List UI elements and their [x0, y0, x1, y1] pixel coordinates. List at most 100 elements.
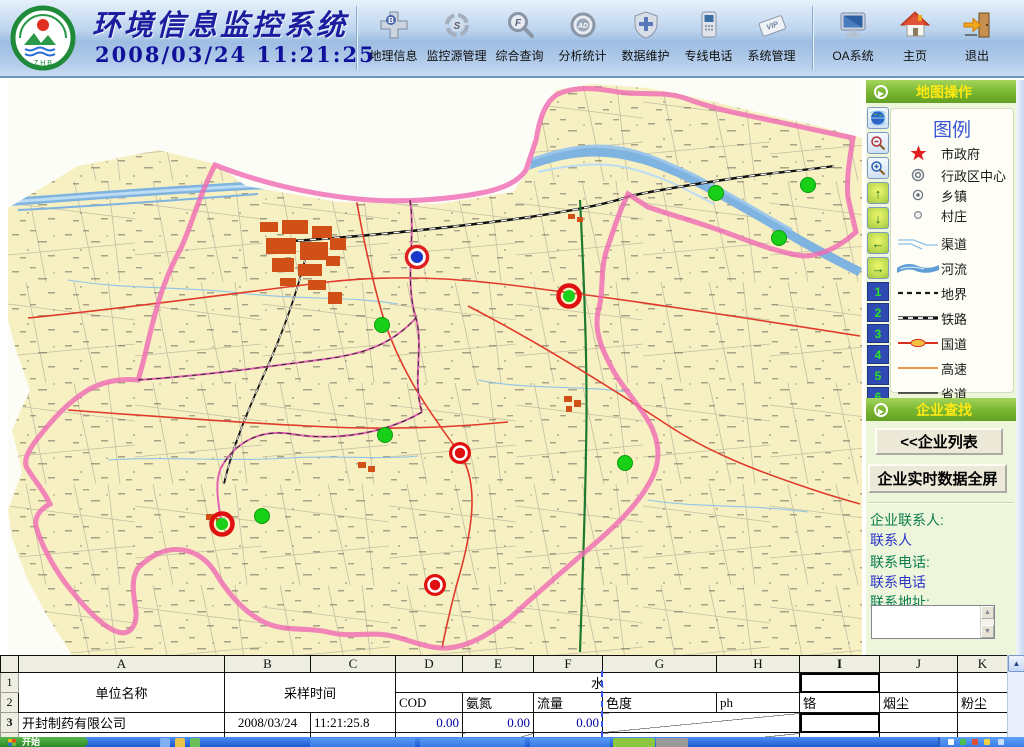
task-button-active[interactable] [613, 738, 655, 747]
cod-value-cell[interactable]: 0.00 [396, 713, 463, 733]
flow-value-cell[interactable]: 0.00 [534, 713, 603, 733]
globe-tool-button[interactable] [867, 107, 889, 129]
textarea-scrollbar[interactable]: ▲ ▼ [980, 606, 994, 638]
realtime-data-fullscreen-button[interactable]: 企业实时数据全屏 [868, 464, 1007, 493]
monitor-point-alarm-red[interactable] [424, 574, 446, 596]
contact-phone-value[interactable]: 联系电话 [870, 572, 926, 592]
row-header-2[interactable]: 2 [1, 693, 19, 713]
contact-address-field[interactable]: ▲ ▼ [871, 605, 995, 639]
monitor-point-green[interactable] [618, 456, 633, 471]
contact-person-value[interactable]: 联系人 [870, 530, 912, 550]
sheet-corner-cell[interactable] [1, 656, 19, 673]
table-cell[interactable] [880, 673, 958, 693]
table-cell[interactable] [880, 713, 958, 733]
zoom-level-2-button[interactable]: 2 [867, 303, 889, 322]
column-header-H[interactable]: H [717, 656, 800, 673]
city-map[interactable] [8, 80, 862, 655]
param-header-ph[interactable]: ph [717, 693, 800, 713]
pan-up-button[interactable]: ↑ [867, 182, 889, 204]
column-header-I[interactable]: I [800, 656, 880, 673]
monitor-point-green[interactable] [772, 231, 787, 246]
city-government-marker[interactable] [407, 247, 428, 268]
nav-item-oa-system[interactable]: OA系统 [822, 6, 884, 72]
scroll-up-icon[interactable]: ▲ [981, 606, 994, 619]
zoom-level-3-button[interactable]: 3 [867, 324, 889, 343]
monitor-point-green[interactable] [709, 186, 724, 201]
param-header-chroma[interactable]: 色度 [603, 693, 717, 713]
task-button[interactable] [420, 738, 525, 747]
zoom-level-4-button[interactable]: 4 [867, 345, 889, 364]
zoom-level-1-button[interactable]: 1 [867, 282, 889, 301]
active-cell-I3[interactable] [800, 713, 880, 733]
svg-text:S: S [453, 21, 460, 32]
selected-cell-I1[interactable] [800, 673, 880, 693]
column-header-J[interactable]: J [880, 656, 958, 673]
task-button[interactable] [656, 738, 688, 747]
monitor-point-green[interactable] [801, 178, 816, 193]
nav-item-statistics[interactable]: AD 分析统计 [551, 6, 614, 72]
column-header-B[interactable]: B [225, 656, 311, 673]
tray-icon[interactable] [984, 739, 990, 745]
column-header-D[interactable]: D [396, 656, 463, 673]
tray-icon[interactable] [972, 739, 978, 745]
column-header-C[interactable]: C [311, 656, 396, 673]
map-operations-header[interactable]: ▶ 地图操作 [866, 80, 1016, 103]
tray-icon[interactable] [960, 739, 966, 745]
start-button[interactable]: 开始 [0, 737, 88, 747]
column-header-A[interactable]: A [19, 656, 225, 673]
zoom-in-tool-button[interactable] [867, 157, 889, 179]
row-header-1[interactable]: 1 [1, 673, 19, 693]
sample-time-header-cell[interactable]: 采样时间 [225, 673, 396, 713]
nav-item-data-maintenance[interactable]: 数据维护 [614, 6, 677, 72]
enterprise-list-button[interactable]: <<企业列表 [875, 428, 1003, 455]
monitor-point-green[interactable] [255, 509, 270, 524]
monitor-point-alarm-red[interactable] [449, 442, 471, 464]
nav-item-query[interactable]: F 综合查询 [488, 6, 551, 72]
sample-date-cell[interactable]: 2008/03/24 [225, 713, 311, 733]
nav-item-geo-info[interactable]: B 地理信息 [362, 6, 425, 72]
tray-icon[interactable] [948, 739, 954, 745]
sample-time-cell[interactable]: 11:21:25.8 [311, 713, 396, 733]
no-data-cell[interactable] [603, 713, 800, 733]
nav-item-exit[interactable]: 退出 [946, 6, 1008, 72]
nh3n-value-cell[interactable]: 0.00 [463, 713, 534, 733]
monitor-point-green[interactable] [375, 318, 390, 333]
scroll-down-icon[interactable]: ▼ [981, 625, 994, 638]
row-header-3[interactable]: 3 [1, 713, 19, 733]
table-cell[interactable] [958, 713, 1008, 733]
tray-icon[interactable] [998, 739, 1004, 745]
unit-name-header-cell[interactable]: 单位名称 [19, 673, 225, 713]
param-header-nh3n[interactable]: 氨氮 [463, 693, 534, 713]
quicklaunch-icon[interactable] [160, 738, 170, 747]
task-button[interactable] [530, 738, 610, 747]
column-header-K[interactable]: K [958, 656, 1008, 673]
param-header-smoke[interactable]: 烟尘 [880, 693, 958, 713]
quicklaunch-icon[interactable] [175, 738, 185, 747]
monitor-point-green[interactable] [378, 428, 393, 443]
quicklaunch-icon[interactable] [190, 738, 200, 747]
table-cell[interactable] [958, 673, 1008, 693]
column-header-E[interactable]: E [463, 656, 534, 673]
column-header-F[interactable]: F [534, 656, 603, 673]
nav-item-hotline[interactable]: 专线电话 [677, 6, 740, 72]
sheet-scrollbar[interactable]: ▲ [1007, 655, 1024, 747]
nav-item-home[interactable]: 主页 [884, 6, 946, 72]
enterprise-search-header[interactable]: ▶ 企业查找 [866, 398, 1016, 421]
zoom-out-tool-button[interactable] [867, 132, 889, 154]
nav-item-system-mgmt[interactable]: VIP 系统管理 [740, 6, 803, 72]
window-scrollbar-track[interactable] [1016, 80, 1024, 655]
param-header-dust[interactable]: 粉尘 [958, 693, 1008, 713]
pan-right-button[interactable]: → [867, 257, 889, 279]
zoom-level-5-button[interactable]: 5 [867, 366, 889, 385]
pan-left-button[interactable]: ← [867, 232, 889, 254]
param-header-cr[interactable]: 铬 [800, 693, 880, 713]
column-header-G[interactable]: G [603, 656, 717, 673]
unit-name-cell[interactable]: 开封制药有限公司 [19, 713, 225, 733]
task-button[interactable] [310, 738, 415, 747]
scroll-up-icon[interactable]: ▲ [1008, 655, 1024, 672]
water-group-header-cell[interactable]: 水 [396, 673, 800, 693]
param-header-flow[interactable]: 流量 [534, 693, 603, 713]
param-header-cod[interactable]: COD [396, 693, 463, 713]
nav-item-source-mgmt[interactable]: S 监控源管理 [425, 6, 488, 72]
pan-down-button[interactable]: ↓ [867, 207, 889, 229]
